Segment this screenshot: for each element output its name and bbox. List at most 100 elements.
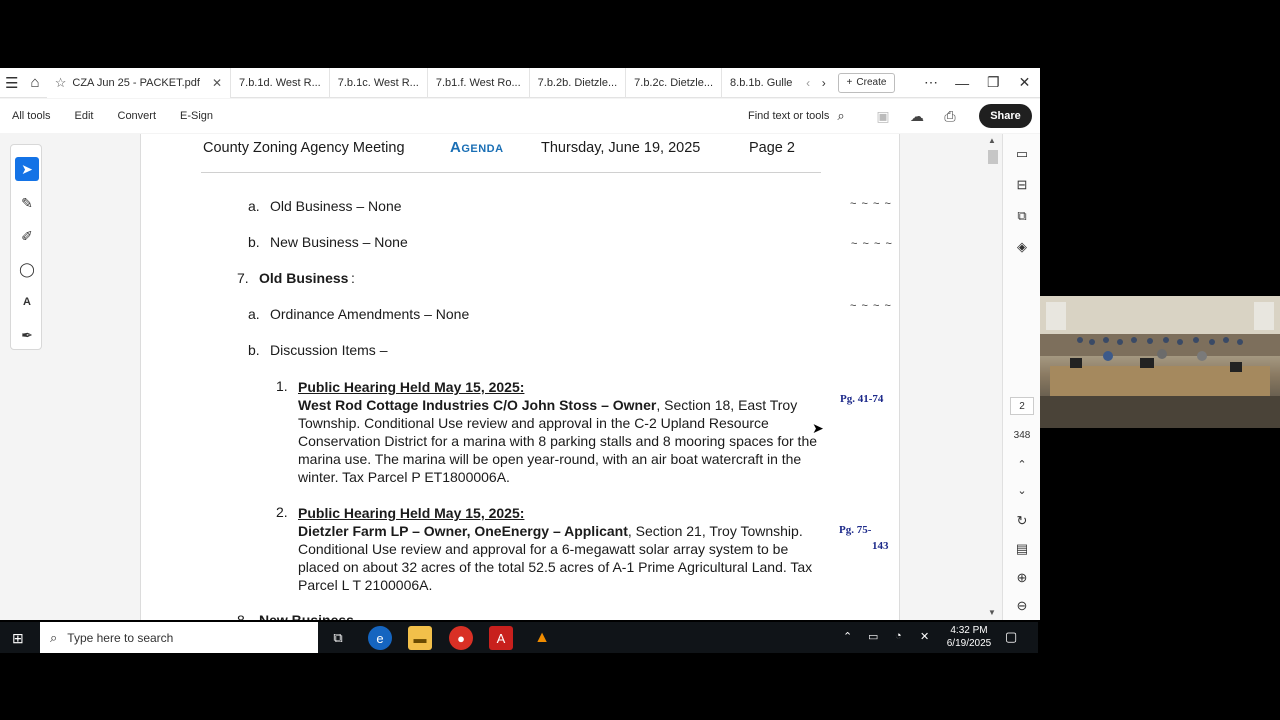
minimize-button[interactable]: —	[947, 75, 978, 91]
handwritten-dashes: ~ ~ ~ ~	[850, 198, 892, 210]
scroll-thumb[interactable]	[988, 150, 998, 164]
section-number: 8.	[237, 612, 249, 620]
vlc-icon[interactable]: ▲	[530, 626, 554, 650]
create-button[interactable]: + Create	[837, 72, 896, 93]
highlight-pen-icon[interactable]: ✐	[15, 224, 39, 248]
chevron-left-icon[interactable]: ‹	[800, 68, 816, 98]
pdf-reader-window: ☰ ⌂ ☆ CZA Jun 25 - PACKET.pdf ✕ 7.b.1d. …	[0, 68, 1040, 620]
tray-chevron-up-icon[interactable]: ⌃	[843, 630, 852, 643]
close-tab-icon[interactable]: ✕	[212, 76, 222, 90]
tab-document[interactable]: 7.b.1d. West R...	[231, 68, 330, 98]
volume-muted-icon[interactable]: ✕	[920, 630, 929, 643]
scroll-down-icon[interactable]: ▼	[988, 608, 996, 617]
all-tools-menu[interactable]: All tools	[0, 110, 63, 122]
tab-bar: ☰ ⌂ ☆ CZA Jun 25 - PACKET.pdf ✕ 7.b.1d. …	[0, 68, 1040, 98]
quick-tools-panel: ➤ ✎ ✐ ◯ A ✒	[10, 144, 42, 350]
more-options-icon[interactable]: ⋯	[915, 74, 946, 91]
document-page[interactable]: County Zoning Agency Meeting Agenda Thur…	[140, 134, 900, 620]
lasso-draw-icon[interactable]: ◯	[15, 257, 39, 281]
close-window-button[interactable]: ✕	[1009, 74, 1040, 91]
meeting-video-feed	[1040, 296, 1280, 428]
discussion-items: Discussion Items –	[270, 342, 388, 358]
header-agenda: Agenda	[450, 139, 504, 156]
create-label: Create	[856, 77, 887, 88]
zoom-out-icon[interactable]: ⊖	[1012, 596, 1032, 616]
select-cursor-icon[interactable]: ➤	[15, 157, 39, 181]
text-select-icon[interactable]: A	[15, 290, 39, 314]
comment-icon[interactable]: ▭	[1012, 144, 1032, 164]
public-hearing-date: Public Hearing Held May 15, 2025:	[298, 505, 525, 521]
page-save-icon[interactable]: ▤	[1012, 539, 1032, 559]
esign-menu[interactable]: E-Sign	[168, 110, 225, 122]
task-view-icon[interactable]: ⧉	[326, 626, 350, 650]
tab-label: 8.b.1b. Gulle	[730, 76, 793, 89]
add-comment-icon[interactable]: ✎	[15, 191, 39, 215]
convert-menu[interactable]: Convert	[106, 110, 169, 122]
save-icon[interactable]: ▣	[873, 106, 893, 126]
current-page-number[interactable]: 2	[1010, 397, 1034, 415]
restore-button[interactable]: ❐	[978, 74, 1009, 91]
tab-label: CZA Jun 25 - PACKET.pdf	[72, 76, 200, 89]
home-icon[interactable]: ⌂	[23, 68, 46, 98]
handwritten-dashes: ~ ~ ~ ~	[850, 300, 892, 312]
tab-label: 7.b.1c. West R...	[337, 76, 419, 89]
file-explorer-icon[interactable]: ▬	[408, 626, 432, 650]
refresh-icon[interactable]: ↻	[1012, 511, 1032, 531]
windows-taskbar: ⊞ ⌕ Type here to search ⧉ e ▬ ● A ▲ ⌃ ▭ …	[0, 622, 1038, 653]
discussion-item-dietzler-farm: Public Hearing Held May 15, 2025: Dietzl…	[298, 504, 828, 594]
print-icon[interactable]: ⎙	[940, 106, 960, 126]
header-divider	[201, 172, 821, 173]
item-number: 1.	[276, 378, 288, 394]
battery-icon[interactable]: ▭	[868, 630, 878, 643]
item-letter: a.	[248, 306, 260, 322]
pages-icon[interactable]: ⧉	[1012, 206, 1032, 226]
windows-start-icon[interactable]: ⊞	[12, 630, 24, 647]
applicant-name: West Rod Cottage Industries C/O John Sto…	[298, 397, 657, 413]
notifications-icon[interactable]: ▢	[1005, 629, 1017, 645]
network-icon[interactable]: ◔	[895, 630, 902, 642]
section-colon: :	[351, 270, 355, 286]
item-letter: a.	[248, 198, 260, 214]
cloud-upload-icon[interactable]: ☁	[907, 106, 927, 126]
chevron-down-icon[interactable]: ⌄	[1012, 480, 1032, 500]
tab-label: 7.b.2c. Dietzle...	[634, 76, 714, 89]
mouse-cursor-icon: ➤	[812, 420, 824, 436]
taskbar-search-box[interactable]: ⌕ Type here to search	[40, 622, 318, 653]
search-icon: ⌕	[837, 108, 845, 123]
header-title: County Zoning Agency Meeting	[203, 140, 405, 156]
share-button[interactable]: Share	[979, 104, 1032, 128]
tab-active-document[interactable]: ☆ CZA Jun 25 - PACKET.pdf ✕	[46, 68, 232, 98]
item-letter: b.	[248, 234, 260, 250]
chrome-icon[interactable]: ●	[449, 626, 473, 650]
header-page-number: Page 2	[749, 140, 795, 156]
meeting-room-image	[1040, 296, 1280, 428]
menu-icon[interactable]: ☰	[0, 68, 23, 98]
acrobat-icon[interactable]: A	[489, 626, 513, 650]
edge-browser-icon[interactable]: e	[368, 626, 392, 650]
ordinance-amendments: Ordinance Amendments – None	[270, 306, 470, 322]
vertical-scrollbar[interactable]: ▲ ▼	[985, 134, 1001, 620]
scroll-up-icon[interactable]: ▲	[988, 136, 996, 145]
right-side-panel: ▭ ⊟ ⧉ ◈ 2 348 ⌃ ⌄ ↻ ▤ ⊕ ⊖	[1002, 134, 1040, 620]
tab-label: 7.b.1d. West R...	[239, 76, 321, 89]
edit-menu[interactable]: Edit	[63, 110, 106, 122]
applicant-name: Dietzler Farm LP – Owner, OneEnergy – Ap…	[298, 523, 628, 539]
item-letter: b.	[248, 342, 260, 358]
tab-document[interactable]: 7.b.2b. Dietzle...	[530, 68, 627, 98]
tab-document[interactable]: 8.b.1b. Gulle	[722, 68, 800, 98]
taskbar-clock[interactable]: 4:32 PM 6/19/2025	[940, 624, 998, 650]
tab-document[interactable]: 7.b.1c. West R...	[330, 68, 428, 98]
zoom-in-icon[interactable]: ⊕	[1012, 568, 1032, 588]
tab-label: 7.b1.f. West Ro...	[435, 76, 521, 89]
star-icon[interactable]: ☆	[55, 75, 67, 91]
sign-icon[interactable]: ✒	[15, 323, 39, 347]
chevron-up-icon[interactable]: ⌃	[1012, 454, 1032, 474]
tab-document[interactable]: 7.b1.f. West Ro...	[428, 68, 530, 98]
handwritten-page-ref: 143	[872, 540, 889, 552]
handwritten-page-ref: Pg. 75-	[839, 524, 872, 536]
layers-icon[interactable]: ◈	[1012, 237, 1032, 257]
find-tools-search[interactable]: Find text or tools ⌕	[748, 99, 845, 133]
bookmark-icon[interactable]: ⊟	[1012, 175, 1032, 195]
tab-document[interactable]: 7.b.2c. Dietzle...	[626, 68, 723, 98]
chevron-right-icon[interactable]: ›	[816, 68, 832, 98]
